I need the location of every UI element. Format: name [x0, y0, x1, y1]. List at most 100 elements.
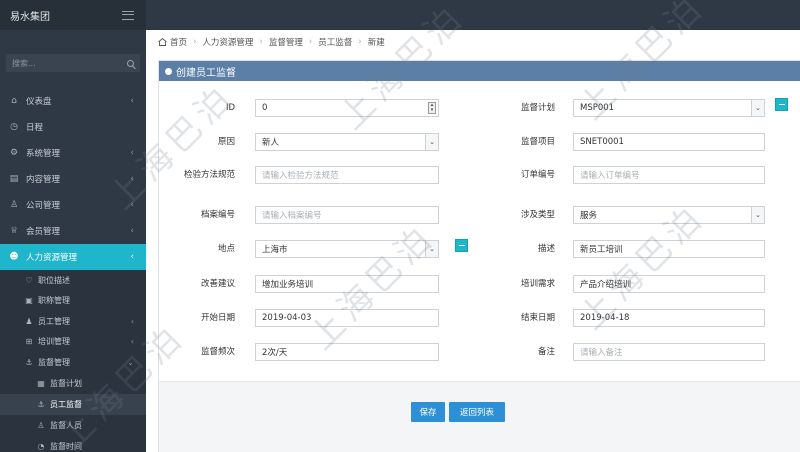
sidebar-item-content[interactable]: ▤ 内容管理 ‹	[0, 166, 146, 192]
method-label: 检验方法规范	[183, 170, 235, 180]
main-content: 首页 › 人力资源管理 › 监督管理 › 员工监督 › 新建 创建员工监督 ID…	[146, 30, 800, 452]
home-icon: ⌂	[11, 96, 17, 106]
type-label: 涉及类型	[520, 210, 555, 220]
search-icon[interactable]	[127, 59, 134, 67]
circle-icon	[165, 67, 172, 75]
top-header	[146, 0, 800, 30]
breadcrumb-hr[interactable]: 人力资源管理	[202, 36, 253, 48]
chevron-left-icon: ‹	[130, 337, 134, 347]
plan-value: MSP001	[580, 103, 615, 113]
chevron-down-icon: ⌄	[425, 241, 438, 257]
breadcrumb-separator: ›	[308, 37, 313, 47]
sidebar-item-company[interactable]: ♙ 公司管理 ‹	[0, 192, 146, 218]
brand-name: 易水集团	[10, 11, 50, 23]
remark-label: 备注	[537, 347, 555, 357]
frequency-input[interactable]: 2次/天	[255, 343, 439, 361]
sidebar-item-employee-supervision[interactable]: ⚓ 员工监督	[0, 393, 146, 415]
sidebar-item-label: 会员管理	[26, 227, 61, 237]
panel-header: 创建员工监督	[159, 61, 800, 81]
reason-select[interactable]: 新人 ⌄	[255, 133, 439, 151]
sidebar-item-supervision[interactable]: ⚓ 监督管理 ⌄	[0, 352, 146, 373]
save-button[interactable]: 保存	[411, 402, 445, 422]
remark-placeholder: 请输入备注	[580, 348, 623, 358]
breadcrumb-employee-supervision[interactable]: 员工监督	[318, 36, 352, 48]
archive-label: 档案编号	[200, 210, 235, 220]
sidebar-item-training[interactable]: ⊞ 培训管理 ‹	[0, 332, 146, 353]
sidebar-item-hr[interactable]: ☻ 人力资源管理 ‹	[0, 244, 146, 270]
chevron-left-icon: ‹	[130, 96, 134, 106]
chevron-down-icon: ⌄	[751, 207, 764, 223]
sidebar-item-supervision-time[interactable]: ◔ 监督时间	[0, 436, 146, 452]
breadcrumb-home[interactable]: 首页	[170, 36, 187, 48]
back-to-list-button[interactable]: 返回列表	[449, 402, 505, 422]
type-value: 服务	[580, 211, 598, 221]
id-input[interactable]: 0 ▴ ▾	[255, 99, 439, 117]
sidebar-item-schedule[interactable]: ◷ 日程	[0, 114, 146, 140]
end-date-input[interactable]: 2019-04-18	[573, 309, 765, 327]
reason-value: 新人	[262, 138, 280, 148]
remark-input[interactable]: 请输入备注	[573, 343, 765, 361]
project-value: SNET0001	[580, 137, 624, 147]
start-date-input[interactable]: 2019-04-03	[255, 309, 439, 327]
location-add-button[interactable]	[455, 239, 468, 252]
sidebar-item-label: 员工监督	[50, 399, 82, 409]
order-input[interactable]: 请输入订单编号	[573, 166, 765, 184]
location-value: 上海市	[262, 245, 288, 255]
sidebar-item-member[interactable]: ♕ 会员管理 ‹	[0, 218, 146, 244]
location-label: 地点	[217, 244, 235, 254]
sidebar-item-title[interactable]: ▣ 职称管理	[0, 291, 146, 312]
plan-select[interactable]: MSP001 ⌄	[573, 99, 765, 117]
description-input[interactable]: 新员工培训	[573, 240, 765, 258]
sidebar-item-supervision-plan[interactable]: ▦ 监督计划	[0, 373, 146, 394]
brand-bar: 易水集团	[0, 0, 146, 30]
sidebar-item-employee[interactable]: ♟ 员工管理 ‹	[0, 311, 146, 332]
suggestion-label: 改善建议	[200, 279, 235, 289]
order-placeholder: 请输入订单编号	[580, 171, 640, 181]
sidebar-search-input[interactable]	[12, 58, 122, 68]
menu-toggle-icon[interactable]	[122, 10, 134, 20]
trophy-icon: ♕	[9, 226, 19, 236]
sidebar-item-label: 仪表盘	[26, 97, 52, 107]
chevron-down-icon: ⌄	[127, 357, 134, 367]
location-select[interactable]: 上海市 ⌄	[255, 240, 439, 258]
person-icon: ♙	[37, 420, 45, 430]
chevron-left-icon: ‹	[130, 148, 134, 158]
user-icon: ♟	[25, 316, 33, 326]
description-value: 新员工培训	[580, 245, 623, 255]
start-date-label: 开始日期	[200, 313, 235, 323]
training-need-input[interactable]: 产品介绍培训	[573, 275, 765, 293]
project-input[interactable]: SNET0001	[573, 133, 765, 151]
breadcrumb-supervision[interactable]: 监督管理	[269, 36, 303, 48]
end-date-value: 2019-04-18	[580, 313, 630, 323]
training-icon: ⊞	[25, 337, 33, 347]
spinner-icon[interactable]: ▴ ▾	[428, 102, 436, 114]
method-input[interactable]: 请输入检验方法规范	[255, 166, 439, 184]
sidebar-item-dashboard[interactable]: ⌂ 仪表盘 ‹	[0, 88, 146, 114]
method-placeholder: 请输入检验方法规范	[262, 171, 339, 181]
archive-input[interactable]: 请输入档案编号	[255, 206, 439, 224]
chevron-down-icon: ⌄	[425, 134, 438, 150]
hr-submenu: ♡ 职位描述 ▣ 职称管理 ♟ 员工管理 ‹ ⊞ 培训管理 ‹ ⚓ 监督管理 ⌄	[0, 270, 146, 452]
breadcrumb-separator: ›	[193, 37, 197, 47]
sidebar-search	[6, 54, 140, 72]
clock-icon: ◷	[10, 122, 18, 132]
suggestion-input[interactable]: 增加业务培训	[255, 275, 439, 293]
minus-icon	[458, 245, 465, 246]
sidebar-item-label: 内容管理	[26, 175, 61, 185]
suggestion-value: 增加业务培训	[262, 280, 314, 290]
sidebar-item-position[interactable]: ♡ 职位描述	[0, 270, 146, 291]
frequency-label: 监督频次	[200, 347, 235, 357]
sidebar-item-label: 培训管理	[38, 337, 70, 347]
sidebar-item-supervisor[interactable]: ♙ 监督人员	[0, 415, 146, 436]
sidebar-item-system[interactable]: ⚙ 系统管理 ‹	[0, 140, 146, 166]
plan-add-button[interactable]	[775, 98, 788, 111]
type-select[interactable]: 服务 ⌄	[573, 206, 765, 224]
sidebar-item-label: 监督人员	[50, 420, 82, 430]
id-label: ID	[225, 103, 235, 113]
start-date-value: 2019-04-03	[262, 313, 312, 323]
list-icon: ▤	[9, 174, 19, 184]
form-body: ID 0 ▴ ▾ 原因 新人 ⌄ 检验方法规范 请输入检验方法规范 档案编号 请输…	[159, 81, 800, 381]
training-need-label: 培训需求	[520, 279, 555, 289]
sidebar-item-label: 监督计划	[50, 378, 82, 388]
minus-icon	[778, 104, 785, 105]
